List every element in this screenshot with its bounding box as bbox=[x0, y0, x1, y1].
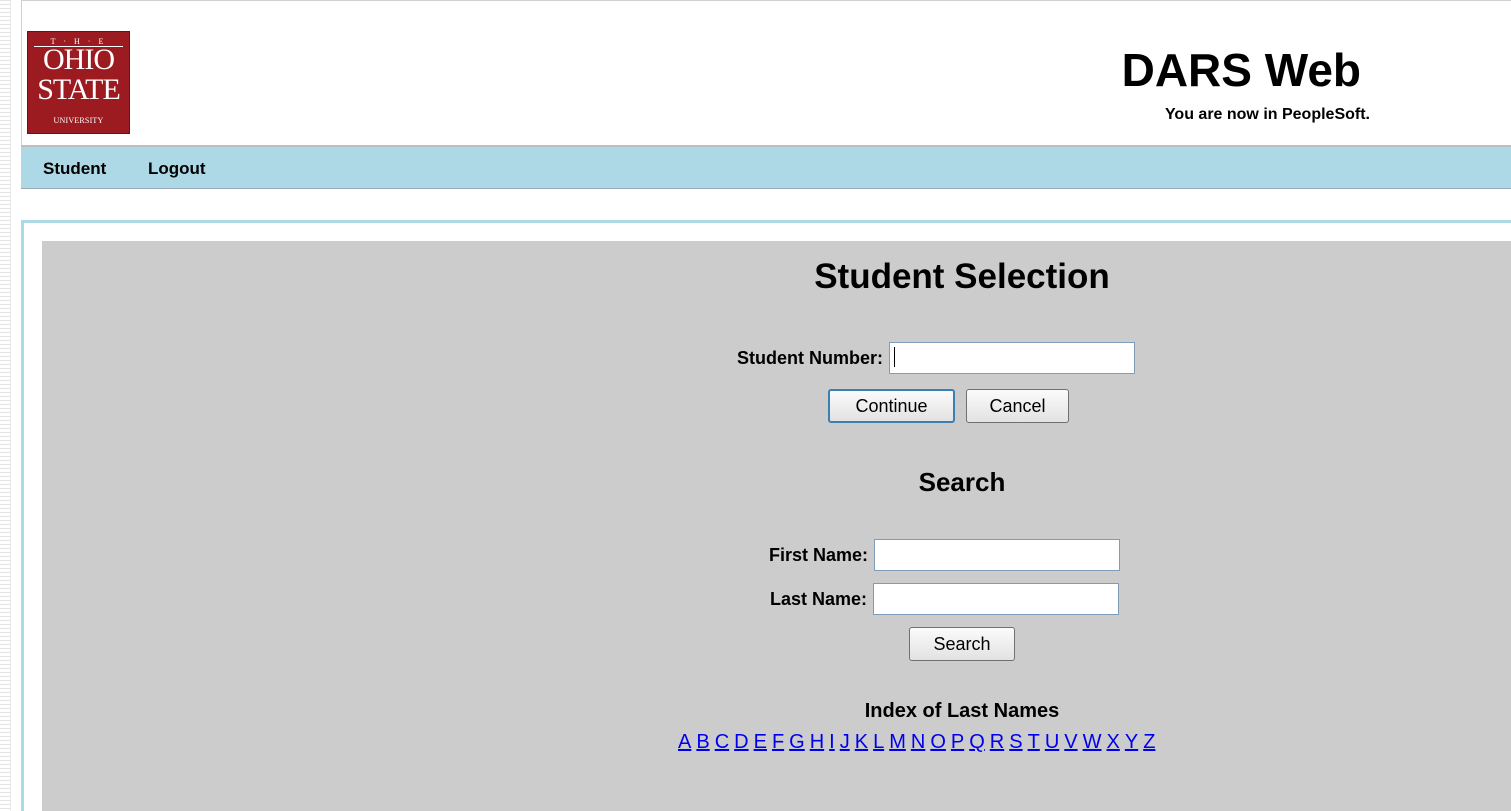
letter-link-y[interactable]: Y bbox=[1125, 731, 1138, 753]
nav-bar: Student Logout bbox=[21, 145, 1511, 189]
page-title: Student Selection bbox=[814, 257, 1110, 296]
last-name-input[interactable] bbox=[873, 583, 1120, 615]
letter-link-n[interactable]: N bbox=[911, 731, 925, 753]
letter-link-v[interactable]: V bbox=[1064, 731, 1077, 753]
left-gutter bbox=[0, 0, 11, 811]
search-heading: Search bbox=[918, 467, 1006, 497]
letter-link-s[interactable]: S bbox=[1009, 731, 1022, 753]
continue-button[interactable]: Continue bbox=[828, 389, 955, 423]
letter-link-w[interactable]: W bbox=[1083, 731, 1102, 753]
app-title: DARS Web bbox=[1121, 44, 1361, 96]
first-name-input[interactable] bbox=[874, 539, 1121, 571]
app-subtitle: You are now in PeopleSoft. bbox=[1164, 106, 1370, 123]
letter-link-d[interactable]: D bbox=[734, 731, 748, 753]
osu-logo[interactable]: T · H · E OHIO STATE UNIVERSITY bbox=[27, 31, 130, 134]
letter-link-m[interactable]: M bbox=[889, 731, 906, 753]
nav-logout[interactable]: Logout bbox=[148, 159, 206, 179]
letter-index: ABCDEFGHIJKLMNOPQRSTUVWXYZ bbox=[678, 731, 1160, 754]
letter-link-i[interactable]: I bbox=[829, 731, 835, 753]
last-name-row: Last Name: bbox=[770, 583, 1120, 615]
letter-link-t[interactable]: T bbox=[1028, 731, 1040, 753]
letter-link-e[interactable]: E bbox=[754, 731, 767, 753]
first-name-row: First Name: bbox=[769, 539, 1121, 571]
nav-student[interactable]: Student bbox=[43, 159, 106, 179]
letter-link-c[interactable]: C bbox=[715, 731, 729, 753]
student-number-row: Student Number: bbox=[737, 342, 1135, 374]
content-frame: Student Selection Student Number: Contin… bbox=[21, 220, 1511, 811]
last-name-label: Last Name: bbox=[770, 588, 868, 609]
letter-link-p[interactable]: P bbox=[951, 731, 964, 753]
page: T · H · E OHIO STATE UNIVERSITY DARS Web… bbox=[21, 0, 1511, 811]
letter-link-b[interactable]: B bbox=[696, 731, 709, 753]
search-button[interactable]: Search bbox=[909, 627, 1015, 661]
letter-link-u[interactable]: U bbox=[1045, 731, 1059, 753]
logo-ohio: OHIO bbox=[43, 43, 115, 76]
letter-link-z[interactable]: Z bbox=[1143, 731, 1155, 753]
text-caret bbox=[894, 347, 895, 367]
logo-state: STATE bbox=[37, 73, 121, 106]
student-selection-panel: Student Selection Student Number: Contin… bbox=[42, 241, 1511, 811]
logo-university: UNIVERSITY bbox=[53, 116, 104, 125]
letter-link-g[interactable]: G bbox=[789, 731, 805, 753]
letter-link-r[interactable]: R bbox=[990, 731, 1004, 753]
search-button-row: Search bbox=[909, 627, 1015, 661]
letter-link-x[interactable]: X bbox=[1107, 731, 1120, 753]
student-number-wrapper bbox=[889, 342, 1135, 374]
header: T · H · E OHIO STATE UNIVERSITY DARS Web… bbox=[21, 0, 1511, 145]
letter-link-o[interactable]: O bbox=[930, 731, 946, 753]
cancel-button[interactable]: Cancel bbox=[966, 389, 1069, 423]
letter-link-q[interactable]: Q bbox=[969, 731, 985, 753]
letter-link-k[interactable]: K bbox=[855, 731, 868, 753]
letter-link-a[interactable]: A bbox=[678, 731, 691, 753]
letter-link-l[interactable]: L bbox=[873, 731, 884, 753]
letter-link-h[interactable]: H bbox=[810, 731, 824, 753]
student-number-label: Student Number: bbox=[737, 347, 883, 368]
student-number-input[interactable] bbox=[889, 342, 1135, 374]
letter-link-f[interactable]: F bbox=[772, 731, 784, 753]
letter-link-j[interactable]: J bbox=[840, 731, 850, 753]
index-title: Index of Last Names bbox=[864, 700, 1060, 722]
first-name-label: First Name: bbox=[769, 544, 869, 565]
selection-buttons: Continue Cancel bbox=[828, 389, 1069, 423]
